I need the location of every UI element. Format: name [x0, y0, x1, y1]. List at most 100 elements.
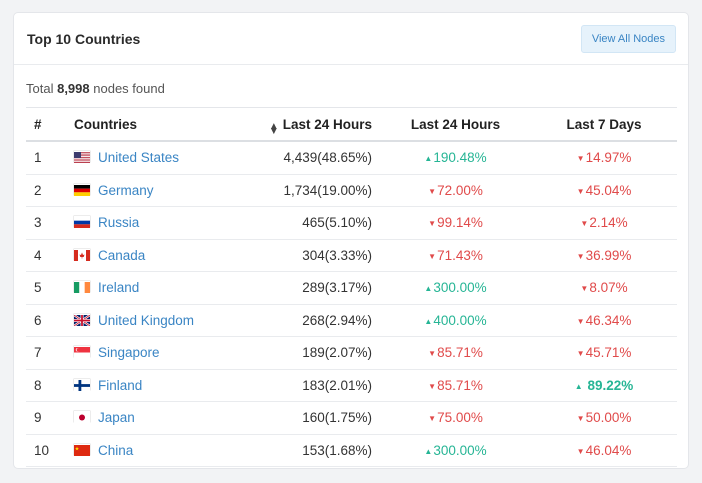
change-7d-cell: ▼46.04% — [531, 434, 677, 467]
change-24h-value: 300.00% — [433, 280, 487, 296]
change-7d-cell: ▼45.04% — [531, 174, 677, 207]
change-24h-cell: ▲300.00% — [380, 271, 531, 305]
country-link[interactable]: United Kingdom — [98, 313, 194, 328]
header-rank: # — [26, 107, 66, 142]
arrow-down-icon: ▼ — [580, 284, 589, 294]
arrow-down-icon: ▼ — [428, 349, 437, 359]
change-24h-value: 72.00% — [437, 182, 483, 198]
gb-flag-icon — [73, 313, 91, 327]
change-7d-value: 50.00% — [585, 410, 632, 426]
change-7d-value: 8.07% — [589, 280, 628, 296]
ie-flag-icon — [74, 281, 90, 294]
arrow-down-icon: ▼ — [576, 154, 585, 164]
arrow-down-icon: ▼ — [576, 446, 585, 456]
change-24h-value: 85.71% — [437, 377, 483, 393]
change-24h-cell: ▼85.71% — [380, 336, 531, 370]
country-link[interactable]: Finland — [98, 378, 142, 393]
change-7d-value: 89.22% — [587, 377, 634, 393]
header-nodes-label: Last 24 Hours — [282, 116, 372, 132]
arrow-up-icon: ▲ — [574, 381, 583, 391]
country-cell: Ireland — [66, 271, 214, 305]
ru-flag-icon — [74, 216, 90, 229]
arrow-up-icon: ▲ — [424, 284, 433, 294]
arrow-down-icon: ▼ — [576, 251, 585, 261]
arrow-down-icon: ▼ — [576, 349, 585, 359]
change-7d-cell: ▼45.71% — [531, 336, 677, 370]
header-nodes-sort[interactable]: ▲▼ Last 24 Hours — [214, 107, 380, 142]
nodes-cell: 465(5.10%) — [214, 206, 380, 240]
nodes-cell: 304(3.33%) — [214, 239, 380, 272]
card-title: Top 10 Countries — [27, 30, 141, 47]
jp-flag-icon — [74, 411, 90, 424]
country-cell: Germany — [66, 174, 214, 207]
table-row: 3 Russia 465(5.10%) ▼99.14% ▼2.14% — [26, 206, 677, 240]
change-24h-value: 190.48% — [433, 150, 487, 166]
view-all-nodes-button[interactable]: View All Nodes — [580, 24, 676, 53]
change-7d-cell: ▼50.00% — [531, 401, 677, 435]
nodes-cell: 1,734(19.00%) — [214, 174, 380, 207]
rank-cell: 6 — [26, 304, 66, 337]
arrow-down-icon: ▼ — [580, 219, 589, 229]
country-link[interactable]: Canada — [98, 248, 145, 263]
summary-suffix: nodes found — [93, 81, 165, 96]
country-link[interactable]: China — [98, 443, 133, 458]
rank-cell: 7 — [26, 336, 66, 370]
total-node-count: 8,998 — [57, 81, 90, 96]
arrow-up-icon: ▲ — [424, 154, 433, 164]
nodes-cell: 153(1.68%) — [214, 434, 380, 467]
country-link[interactable]: Russia — [98, 215, 139, 230]
summary-prefix: Total — [26, 81, 54, 96]
country-cell: Finland — [66, 369, 214, 402]
change-24h-cell: ▼99.14% — [380, 206, 531, 240]
change-7d-value: 36.99% — [585, 247, 632, 263]
country-cell: Singapore — [66, 336, 214, 370]
change-7d-value: 45.04% — [585, 182, 632, 198]
change-7d-value: 2.14% — [589, 215, 628, 231]
nodes-cell: 289(3.17%) — [214, 271, 380, 305]
top-countries-card: Top 10 Countries View All Nodes Total 8,… — [13, 12, 689, 469]
header-change-7d: Last 7 Days — [531, 107, 677, 142]
card-header: Top 10 Countries View All Nodes — [14, 13, 688, 65]
country-link[interactable]: United States — [98, 150, 179, 165]
country-cell: China — [66, 434, 214, 467]
total-nodes-summary: Total 8,998 nodes found — [14, 65, 688, 107]
countries-table: # Countries ▲▼ Last 24 Hours Last 24 Hour… — [26, 107, 677, 467]
table-row: 9 Japan 160(1.75%) ▼75.00% ▼50.00% — [26, 401, 677, 435]
country-link[interactable]: Japan — [98, 410, 135, 425]
table-row: 6 United Kingdom 268(2.94%) ▲400.00% ▼46.34% — [26, 304, 677, 337]
change-7d-value: 46.34% — [585, 312, 632, 328]
table-row: 2 Germany 1,734(19.00%) ▼72.00% ▼45.04% — [26, 174, 677, 207]
change-24h-value: 71.43% — [437, 247, 483, 263]
arrow-down-icon: ▼ — [428, 251, 437, 261]
rank-cell: 8 — [26, 369, 66, 402]
country-cell: United States — [66, 141, 214, 175]
change-24h-cell: ▼71.43% — [380, 239, 531, 272]
change-7d-cell: ▼46.34% — [531, 304, 677, 337]
change-24h-cell: ▲400.00% — [380, 304, 531, 337]
arrow-down-icon: ▼ — [576, 316, 585, 326]
change-7d-cell: ▲ 89.22% — [531, 369, 677, 402]
table-header-row: # Countries ▲▼ Last 24 Hours Last 24 Hour… — [26, 107, 677, 142]
change-24h-value: 300.00% — [433, 442, 487, 458]
change-24h-value: 400.00% — [433, 312, 487, 328]
change-7d-cell: ▼14.97% — [531, 141, 677, 175]
rank-cell: 9 — [26, 401, 66, 435]
country-link[interactable]: Germany — [98, 183, 154, 198]
country-link[interactable]: Ireland — [98, 280, 139, 295]
change-7d-cell: ▼2.14% — [531, 206, 677, 240]
nodes-cell: 183(2.01%) — [214, 369, 380, 402]
change-24h-value: 85.71% — [437, 345, 483, 361]
nodes-cell: 189(2.07%) — [214, 336, 380, 370]
nodes-cell: 160(1.75%) — [214, 401, 380, 435]
table-row: 10 China 153(1.68%) ▲300.00% ▼46.04% — [26, 434, 677, 467]
rank-cell: 4 — [26, 239, 66, 272]
rank-cell: 1 — [26, 141, 66, 175]
change-7d-value: 45.71% — [585, 345, 632, 361]
change-24h-cell: ▲190.48% — [380, 141, 531, 175]
change-7d-value: 46.04% — [585, 442, 632, 458]
country-cell: Canada — [66, 239, 214, 272]
nodes-cell: 268(2.94%) — [214, 304, 380, 337]
arrow-down-icon: ▼ — [428, 414, 437, 424]
country-link[interactable]: Singapore — [98, 345, 160, 360]
arrow-down-icon: ▼ — [576, 414, 585, 424]
